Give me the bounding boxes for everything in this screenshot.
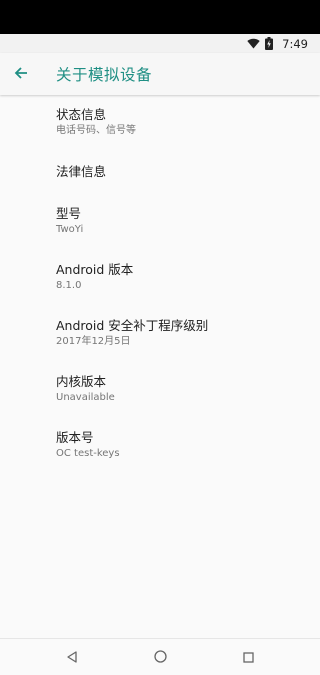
status-bar: 7:49 — [0, 34, 320, 53]
item-title: 法律信息 — [56, 164, 107, 179]
list-item-model[interactable]: 型号 TwoYi — [56, 206, 306, 237]
nav-home-button[interactable] — [140, 639, 180, 675]
page-title: 关于模拟设备 — [56, 66, 153, 84]
item-title: Android 安全补丁程序级别 — [56, 318, 209, 333]
list-item-legal-info[interactable]: 法律信息 — [56, 164, 306, 180]
item-title: 状态信息 — [56, 107, 107, 122]
nav-recents-button[interactable] — [228, 639, 268, 675]
item-summary: 8.1.0 — [56, 280, 82, 291]
list-item-build-number[interactable]: 版本号 OC test-keys — [56, 430, 306, 461]
item-summary: Unavailable — [56, 392, 115, 403]
back-triangle-icon — [66, 648, 78, 667]
recents-square-icon — [242, 648, 254, 667]
item-title: 内核版本 — [56, 374, 107, 389]
home-circle-icon — [153, 648, 167, 667]
app-bar: 关于模拟设备 — [0, 53, 320, 95]
item-summary: 2017年12月5日 — [56, 336, 131, 347]
list-item-status-info[interactable]: 状态信息 电话号码、信号等 — [56, 107, 306, 138]
list-item-security-patch[interactable]: Android 安全补丁程序级别 2017年12月5日 — [56, 318, 306, 349]
arrow-back-icon — [14, 65, 28, 84]
battery-charging-icon — [265, 37, 274, 50]
nav-back-button[interactable] — [52, 639, 92, 675]
back-button[interactable] — [0, 53, 42, 95]
item-summary: OC test-keys — [56, 448, 120, 459]
wifi-icon — [247, 38, 260, 49]
status-time: 7:49 — [282, 36, 308, 51]
list-item-android-version[interactable]: Android 版本 8.1.0 — [56, 262, 306, 293]
notch-area — [0, 0, 320, 34]
navigation-bar — [0, 638, 320, 675]
item-title: Android 版本 — [56, 262, 134, 277]
item-summary: 电话号码、信号等 — [56, 125, 136, 136]
item-title: 型号 — [56, 206, 82, 221]
item-summary: TwoYi — [56, 224, 84, 235]
list-item-kernel-version[interactable]: 内核版本 Unavailable — [56, 374, 306, 405]
item-title: 版本号 — [56, 430, 94, 445]
settings-list: 状态信息 电话号码、信号等 法律信息 型号 TwoYi Android 版本 8… — [0, 95, 320, 638]
